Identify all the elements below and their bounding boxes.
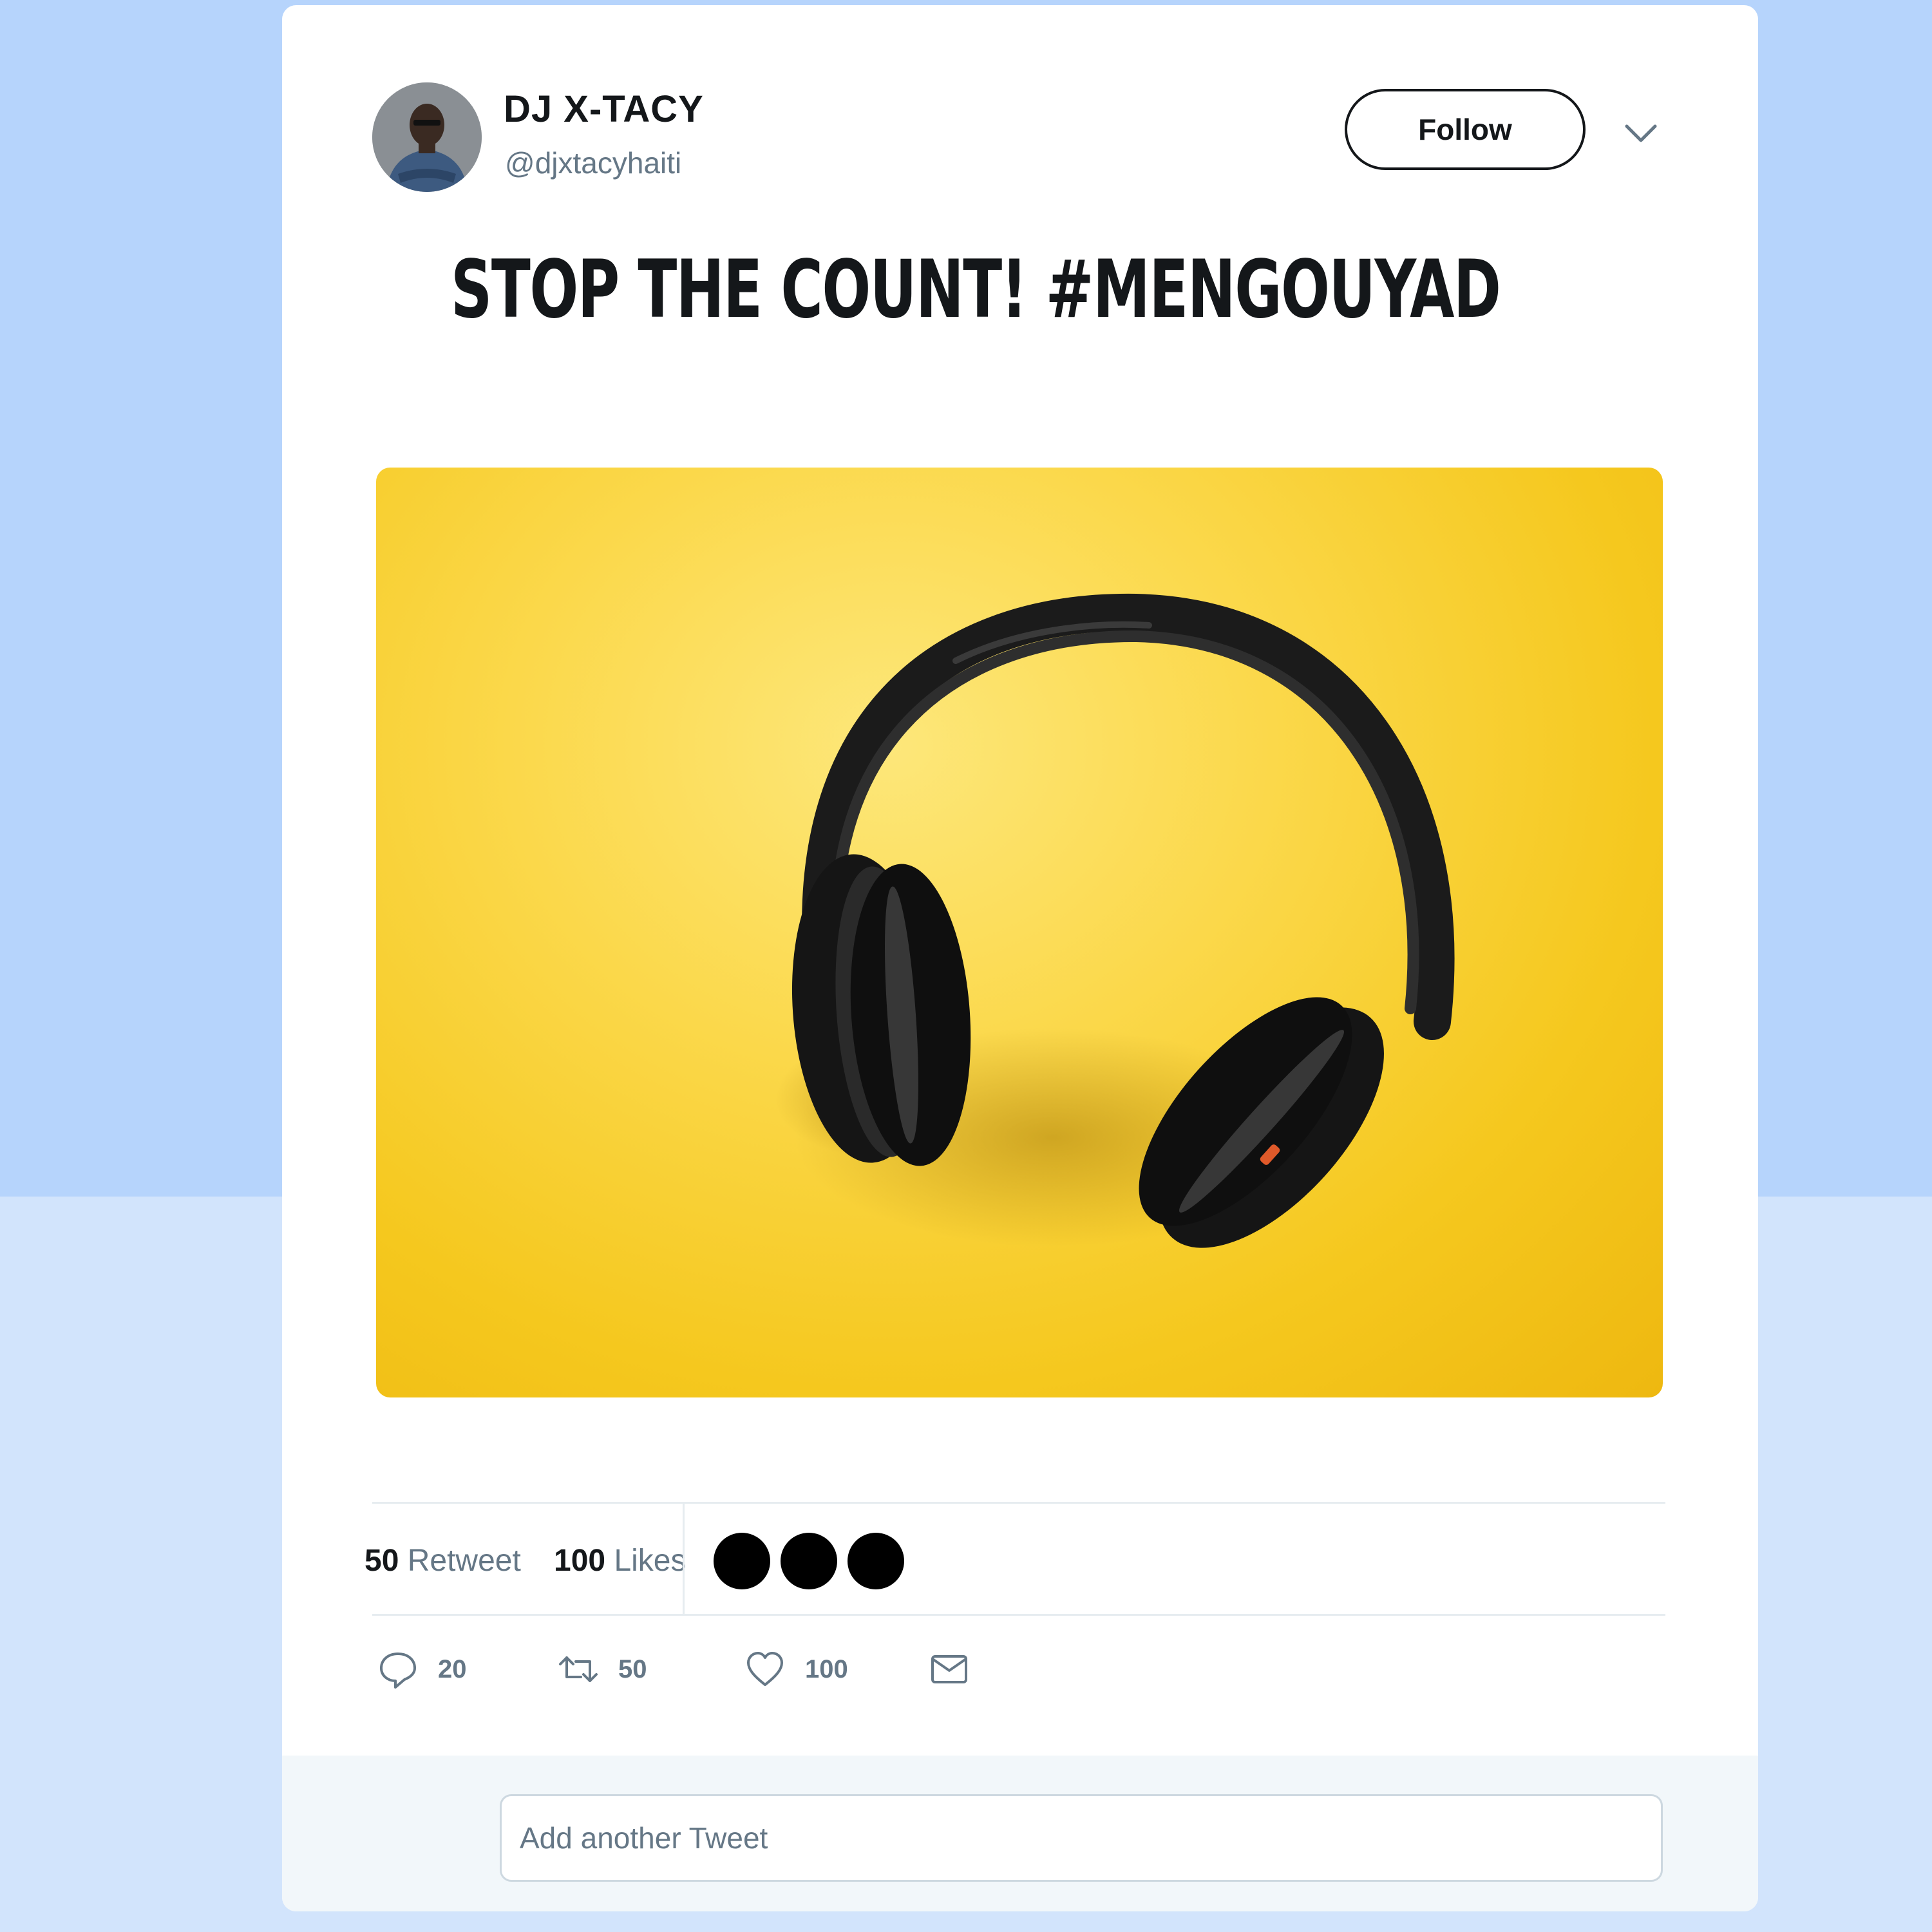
like-action[interactable]: 100 bbox=[744, 1649, 848, 1690]
likes-stat-label: Likes bbox=[614, 1544, 687, 1578]
likes-stat[interactable]: 100 Likes bbox=[554, 1543, 687, 1578]
tweet-media-image[interactable] bbox=[376, 468, 1663, 1397]
retweet-stat-count: 50 bbox=[365, 1544, 399, 1578]
retweet-stat-label: Retweet bbox=[407, 1544, 521, 1578]
stats-separator bbox=[683, 1502, 685, 1615]
retweet-count: 50 bbox=[618, 1654, 647, 1683]
stats-bottom-divider bbox=[372, 1614, 1665, 1616]
reply-count: 20 bbox=[438, 1654, 467, 1683]
liker-avatar[interactable] bbox=[848, 1533, 904, 1589]
reply-composer bbox=[282, 1756, 1758, 1911]
headphones-image bbox=[775, 593, 1455, 1248]
follow-button[interactable]: Follow bbox=[1345, 89, 1586, 170]
liker-avatar[interactable] bbox=[781, 1533, 837, 1589]
retweet-icon bbox=[559, 1656, 598, 1682]
tweet-card: DJ X-TACY @djxtacyhaiti Follow STOP THE … bbox=[282, 5, 1758, 1911]
likes-stat-count: 100 bbox=[554, 1544, 606, 1578]
avatar-photo bbox=[372, 82, 482, 192]
retweet-stat[interactable]: 50 Retweet bbox=[365, 1543, 521, 1578]
message-action[interactable] bbox=[929, 1649, 970, 1690]
reply-icon bbox=[380, 1653, 416, 1689]
retweet-action[interactable]: 50 bbox=[558, 1649, 647, 1690]
tweet-text: STOP THE COUNT! #MENGOUYAD bbox=[451, 243, 1501, 336]
user-handle[interactable]: @djxtacyhaiti bbox=[505, 146, 681, 180]
avatar[interactable] bbox=[372, 82, 482, 192]
chevron-down-icon[interactable] bbox=[1622, 120, 1660, 146]
display-name[interactable]: DJ X-TACY bbox=[504, 88, 704, 131]
reply-action[interactable]: 20 bbox=[377, 1649, 467, 1690]
mail-icon bbox=[931, 1655, 967, 1683]
heart-icon bbox=[747, 1652, 783, 1686]
stats-top-divider bbox=[372, 1502, 1665, 1504]
like-count: 100 bbox=[805, 1654, 848, 1683]
add-tweet-input[interactable] bbox=[500, 1794, 1663, 1882]
liker-avatar[interactable] bbox=[714, 1533, 770, 1589]
